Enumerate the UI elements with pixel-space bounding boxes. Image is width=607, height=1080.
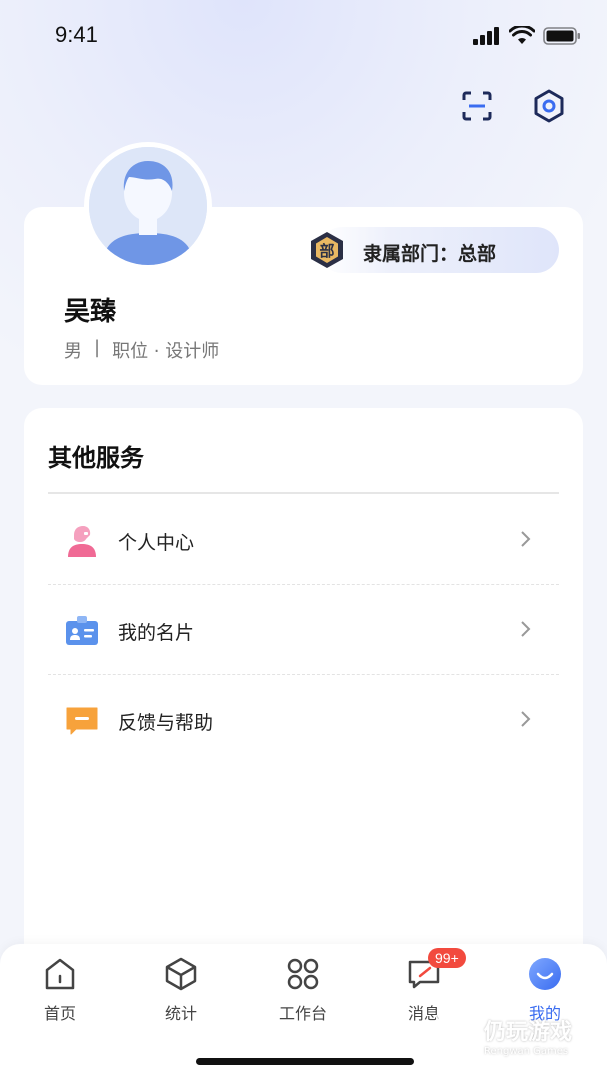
top-actions (459, 88, 567, 124)
tab-home[interactable]: 首页 (15, 956, 105, 1024)
status-time: 9:41 (55, 22, 98, 47)
default-avatar-icon (89, 147, 207, 265)
service-item-personal-center[interactable]: 个人中心 (48, 496, 559, 586)
avatar-image (89, 147, 207, 265)
chevron-right-icon (521, 711, 531, 727)
workbench-icon (287, 958, 319, 990)
department-badge-icon: 部 (311, 232, 343, 268)
profile-smile-icon (529, 958, 561, 990)
tab-label: 工作台 (278, 1004, 327, 1023)
stats-cube-icon (165, 957, 197, 991)
watermark-text-group: 仍玩游戏 Rengwan Games (484, 1014, 572, 1057)
user-gender: 男 (64, 341, 82, 362)
home-indicator[interactable] (196, 1058, 414, 1065)
department-label: 隶属部门：总部 (363, 243, 497, 265)
svg-text:部: 部 (319, 242, 334, 260)
watermark-logo-icon (436, 1016, 466, 1054)
settings-button[interactable] (531, 88, 567, 124)
status-icons (473, 26, 581, 46)
person-center-icon (68, 526, 96, 557)
item-divider (48, 584, 559, 585)
signal-icon (473, 27, 499, 45)
user-meta: 男 | 职位 · 设计师 (64, 337, 219, 363)
chevron-right-icon (521, 621, 531, 637)
service-item-business-card[interactable]: 我的名片 (48, 586, 559, 676)
feedback-icon (66, 707, 98, 735)
meta-separator: | (94, 337, 101, 358)
wifi-icon (509, 26, 535, 44)
service-label: 我的名片 (118, 621, 195, 644)
watermark-text: 仍玩游戏 (484, 1019, 573, 1045)
item-divider (48, 674, 559, 675)
watermark: 仍玩游戏 Rengwan Games (430, 1012, 572, 1058)
watermark-sub: Rengwan Games (484, 1045, 569, 1057)
service-label: 反馈与帮助 (118, 711, 214, 734)
tab-stats[interactable]: 统计 (136, 956, 226, 1024)
department-pill[interactable]: 部 隶属部门：总部 (311, 227, 559, 273)
message-icon-wrap: 99+ (406, 948, 466, 992)
service-item-feedback[interactable]: 反馈与帮助 (48, 676, 559, 766)
user-position: 职位 · 设计师 (112, 341, 220, 362)
message-badge: 99+ (428, 948, 466, 968)
scan-icon (462, 91, 492, 121)
services-title: 其他服务 (48, 444, 144, 472)
status-bar: 9:41 (0, 0, 607, 72)
settings-hex-icon (534, 89, 564, 123)
battery-icon (543, 27, 580, 45)
services-card: 其他服务 个人中心 我的名片 反馈与帮助 (24, 408, 583, 968)
tab-label: 首页 (43, 1004, 76, 1023)
services-divider (48, 492, 559, 494)
home-icon (45, 958, 75, 990)
avatar[interactable] (84, 142, 212, 270)
scan-button[interactable] (459, 88, 495, 124)
chevron-right-icon (521, 531, 531, 547)
user-name: 吴臻 (64, 297, 117, 327)
tab-workbench[interactable]: 工作台 (258, 956, 348, 1024)
service-label: 个人中心 (118, 531, 195, 554)
business-card-icon (66, 616, 98, 645)
tab-label: 统计 (164, 1004, 197, 1023)
